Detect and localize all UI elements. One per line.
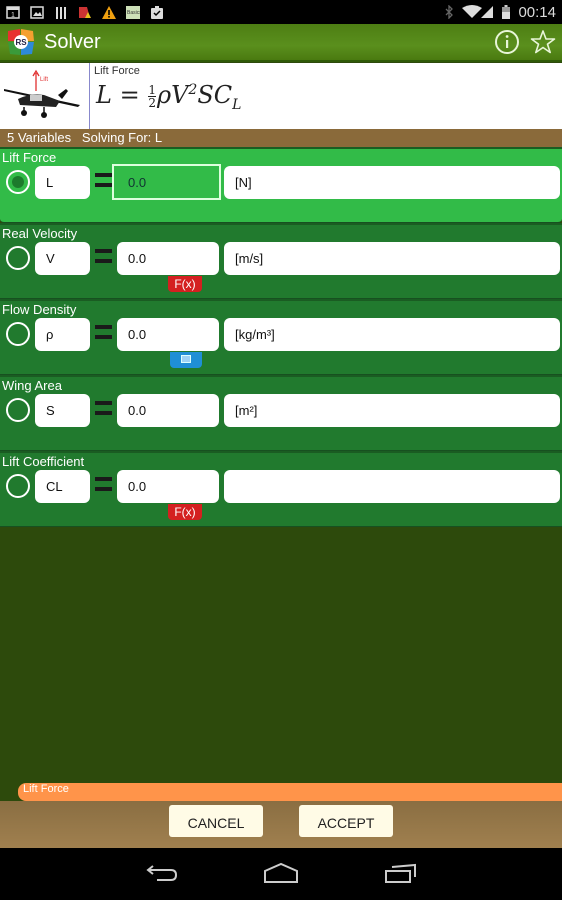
value-field[interactable]: 0.0 — [117, 394, 219, 427]
airplane-lift-icon: Lift — [4, 69, 80, 118]
radio-selected-dot — [12, 176, 24, 188]
svg-text:RS: RS — [16, 38, 28, 47]
app-logo[interactable]: RS — [6, 27, 36, 57]
variable-list: Lift Force L 0.0 [N] Real Velocity V 0.0… — [0, 147, 562, 527]
info-bar: 5 Variables Solving For: L — [0, 129, 562, 147]
navigation-bar — [0, 848, 562, 900]
info-icon[interactable] — [494, 29, 520, 55]
wifi-signal-icon — [462, 5, 494, 18]
keyboard-button[interactable] — [170, 352, 202, 368]
keyboard-icon — [181, 355, 191, 363]
variable-label: Lift Force — [2, 150, 57, 165]
solving-for: Solving For: L — [81, 130, 163, 145]
equals-icon — [95, 325, 112, 339]
solve-for-radio[interactable] — [6, 474, 30, 498]
formula-title: Lift Force — [94, 65, 140, 77]
app-title: Solver — [44, 30, 101, 53]
equals-icon — [95, 173, 112, 187]
variable-count: 5 Variables — [7, 130, 72, 145]
recent-apps-icon[interactable] — [384, 862, 418, 884]
solve-for-radio[interactable] — [6, 246, 30, 270]
variable-label: Real Velocity — [2, 226, 78, 241]
fraction-denominator: 2 — [148, 96, 156, 110]
variable-row-wing-area[interactable]: Wing Area S 0.0 [m²] — [0, 375, 562, 451]
star-icon[interactable] — [530, 29, 556, 55]
unit-field[interactable]: [kg/m³] — [224, 318, 560, 351]
variable-row-lift-force[interactable]: Lift Force L 0.0 [N] — [0, 147, 562, 223]
variable-row-lift-coefficient[interactable]: Lift Coefficient CL 0.0 F(x) — [0, 451, 562, 527]
variable-label: Lift Coefficient — [2, 454, 85, 469]
barcode-icon — [56, 6, 66, 19]
clipboard-check-icon — [151, 5, 163, 19]
antivirus-icon — [79, 6, 91, 18]
formula-equals: = — [119, 81, 140, 109]
warning-icon — [102, 5, 116, 19]
airplane-illustration: Lift — [0, 63, 90, 129]
unit-field[interactable]: [m/s] — [224, 242, 560, 275]
clock: 00:14 — [518, 3, 556, 21]
accept-button[interactable]: ACCEPT — [299, 805, 393, 837]
status-bar: 1 Basics 00:14 — [0, 0, 562, 24]
formula-lhs: L — [96, 81, 112, 109]
bluetooth-icon — [445, 5, 454, 19]
back-icon[interactable] — [145, 862, 179, 884]
value-field[interactable]: 0.0 — [112, 164, 221, 200]
value-field[interactable]: 0.0 — [117, 318, 219, 351]
variable-row-real-velocity[interactable]: Real Velocity V 0.0 [m/s] F(x) — [0, 223, 562, 299]
puzzle-logo-icon: RS — [8, 29, 34, 55]
symbol-field[interactable]: CL — [35, 470, 90, 503]
variable-row-flow-density[interactable]: Flow Density ρ 0.0 [kg/m³] — [0, 299, 562, 375]
button-bar: CANCEL ACCEPT — [0, 801, 562, 848]
formula-rho-v: ρV — [156, 81, 189, 109]
formula-equation: L = 1 2 ρV2SCL — [96, 81, 562, 113]
unit-field[interactable]: [m²] — [224, 394, 560, 427]
home-icon[interactable] — [263, 862, 299, 884]
svg-text:Basics: Basics — [127, 10, 140, 16]
formula-tag: Lift Force — [18, 783, 562, 801]
symbol-field[interactable]: S — [35, 394, 90, 427]
unit-field[interactable] — [224, 470, 560, 503]
equals-icon — [95, 401, 112, 415]
basics-app-icon: Basics — [126, 5, 140, 19]
battery-icon — [502, 5, 511, 19]
solve-for-radio[interactable] — [6, 322, 30, 346]
variable-label: Flow Density — [2, 302, 77, 317]
value-field[interactable]: 0.0 — [117, 470, 219, 503]
image-icon — [30, 5, 44, 19]
calendar-icon: 1 — [6, 5, 20, 19]
equals-icon — [95, 477, 112, 491]
solve-for-radio[interactable] — [6, 170, 30, 194]
formula-sc: SC — [197, 81, 233, 109]
symbol-field[interactable]: ρ — [35, 318, 90, 351]
formula-panel: Lift Lift Force L = 1 2 ρV2SCL — [0, 63, 562, 129]
unit-field[interactable]: [N] — [224, 166, 560, 199]
variable-label: Wing Area — [2, 378, 62, 393]
cancel-button[interactable]: CANCEL — [169, 805, 263, 837]
symbol-field[interactable]: L — [35, 166, 90, 199]
function-button[interactable]: F(x) — [168, 276, 202, 292]
action-bar: RS Solver — [0, 24, 562, 62]
svg-text:Lift: Lift — [40, 77, 48, 83]
solve-for-radio[interactable] — [6, 398, 30, 422]
equals-icon — [95, 249, 112, 263]
function-button[interactable]: F(x) — [168, 504, 202, 520]
value-field[interactable]: 0.0 — [117, 242, 219, 275]
svg-text:1: 1 — [11, 12, 15, 19]
empty-area — [0, 527, 562, 783]
fraction: 12 — [148, 84, 156, 109]
formula-subscript: L — [232, 96, 242, 113]
formula-exponent: 2 — [188, 82, 198, 98]
symbol-field[interactable]: V — [35, 242, 90, 275]
